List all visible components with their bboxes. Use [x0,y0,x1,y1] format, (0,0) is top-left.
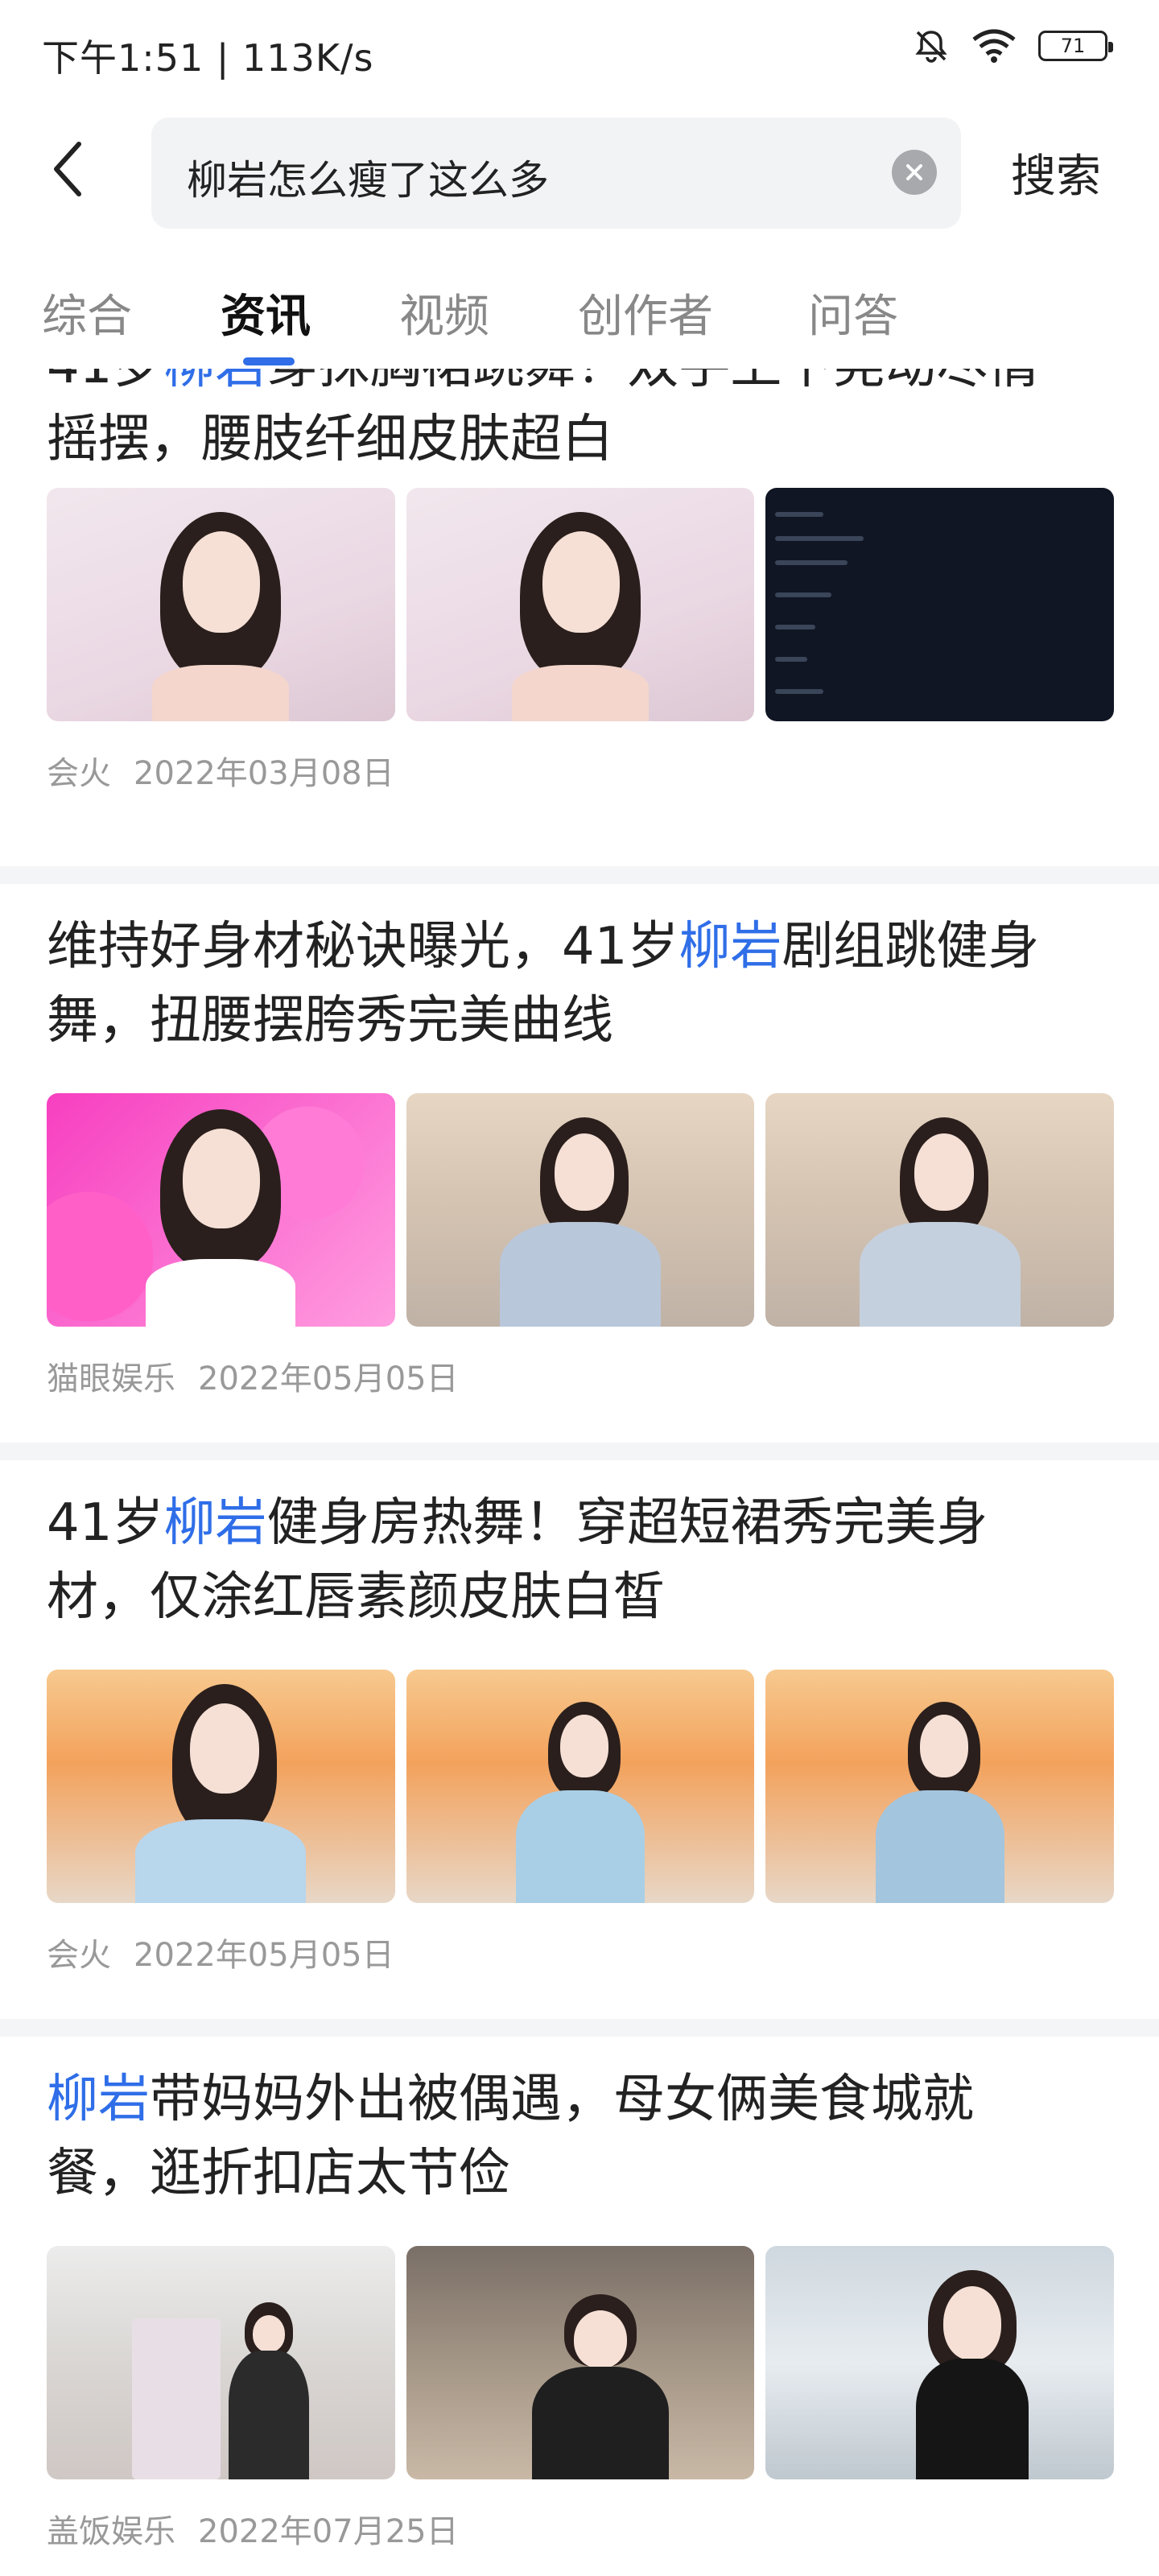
article-image[interactable] [406,1670,755,1903]
title-keyword: 柳岩 [678,917,782,976]
article-source: 盖饭娱乐 [47,2513,175,2550]
status-bar: 下午1:51 | 113K/s 71 [0,0,1159,105]
article-image[interactable] [406,2246,755,2479]
article-card[interactable]: 41岁柳岩健身房热舞！穿超短裙秀完美身 材，仅涂红唇素颜皮肤白皙 会火 2022… [0,1460,1159,1992]
article-source: 会火 [47,755,111,792]
tab-comprehensive[interactable]: 综合 [42,280,132,345]
title-text: 维持好身材秘诀曝光，41岁 [47,917,679,976]
title-text: 穿抹胸裙跳舞！双手上下晃动尽情 [266,369,1039,395]
search-query: 柳岩怎么瘦了这么多 [187,157,549,204]
article-meta: 猫眼娱乐 2022年05月05日 [47,1352,459,1399]
person-photo [484,1101,677,1327]
title-text: 41岁 [47,1493,164,1553]
article-thumbnails[interactable] [47,1093,1115,1327]
title-text: 餐，逛折扣店太节俭 [47,2144,510,2203]
category-tabs: 综合 资讯 视频 创作者 问答 [0,258,1159,370]
tab-news[interactable]: 资讯 [221,280,311,345]
article-image[interactable] [47,1670,395,1903]
title-text: 41岁 [47,369,163,395]
title-keyword: 柳岩 [47,2070,150,2129]
search-header: 柳岩怎么瘦了这么多 搜索 [0,105,1159,242]
title-text: 舞，扭腰摆胯秀完美曲线 [47,991,613,1051]
article-source: 会火 [47,1937,111,1974]
person-photo [488,504,673,721]
person-photo [484,2270,677,2479]
article-image[interactable] [765,1093,1115,1327]
search-results-page: 下午1:51 | 113K/s 71 柳岩怎么瘦了这么多 搜索 综合 资讯 视频… [0,0,1159,2576]
article-thumbnails[interactable] [47,1670,1115,1903]
article-meta: 会火 2022年05月05日 [47,1929,394,1975]
article-date: 2022年07月25日 [198,2513,459,2550]
battery-icon: 71 [1038,31,1113,61]
title-text: 带妈妈外出被偶遇，母女俩美食城就 [150,2070,974,2129]
article-card[interactable]: 41岁柳岩穿抹胸裙跳舞！双手上下晃动尽情 摇摆，腰肢纤细皮肤超白 [0,369,1159,803]
search-input[interactable]: 柳岩怎么瘦了这么多 [151,118,961,229]
divider [0,2019,1159,2037]
title-text: 健身房热舞！穿超短裙秀完美身 [266,1493,988,1553]
title-text: 剧组跳健身 [782,917,1040,976]
article-title[interactable]: 柳岩带妈妈外出被偶遇，母女俩美食城就 餐，逛折扣店太节俭 [47,2062,1117,2211]
title-text: 摇摆，腰肢纤细皮肤超白 [47,410,613,469]
article-image[interactable] [47,1093,395,1327]
article-image[interactable] [765,2246,1115,2479]
tab-creators[interactable]: 创作者 [578,280,713,345]
battery-level: 71 [1060,35,1086,57]
article-image[interactable] [406,1093,755,1327]
title-keyword: 柳岩 [163,369,266,395]
article-card[interactable]: 柳岩带妈妈外出被偶遇，母女俩美食城就 餐，逛折扣店太节俭 盖饭娱乐 2022年0… [0,2037,1159,2576]
article-meta: 盖饭娱乐 2022年07月25日 [47,2505,459,2552]
person-photo [843,1678,1037,1903]
chevron-left-icon [54,142,81,196]
person-photo [128,504,313,721]
article-thumbnails[interactable] [47,488,1115,721]
clear-search-button[interactable] [892,150,937,195]
article-image[interactable] [47,488,395,721]
article-title[interactable]: 维持好身材秘诀曝光，41岁柳岩剧组跳健身 舞，扭腰摆胯秀完美曲线 [47,910,1117,1058]
close-icon [906,164,922,180]
wifi-icon [972,29,1016,63]
search-button[interactable]: 搜索 [1011,140,1101,205]
article-date: 2022年05月05日 [198,1360,459,1397]
tab-qa[interactable]: 问答 [808,280,898,345]
title-keyword: 柳岩 [163,1493,267,1553]
article-date: 2022年05月05日 [134,1937,394,1974]
article-source: 猫眼娱乐 [47,1360,175,1397]
status-icons: 71 [913,27,1113,64]
article-image[interactable] [765,1670,1115,1903]
tab-video[interactable]: 视频 [399,280,489,345]
back-button[interactable] [43,137,92,201]
news-feed[interactable]: 41岁柳岩穿抹胸裙跳舞！双手上下晃动尽情 摇摆，腰肢纤细皮肤超白 [0,369,1159,2576]
article-image[interactable] [765,488,1115,721]
person-photo [843,1101,1037,1327]
article-date: 2022年03月08日 [134,755,394,792]
article-image[interactable] [47,2246,395,2479]
active-tab-indicator [243,357,295,365]
person-photo [484,1678,677,1903]
article-meta: 会火 2022年03月08日 [47,747,394,794]
divider [0,1443,1159,1460]
article-card[interactable]: 维持好身材秘诀曝光，41岁柳岩剧组跳健身 舞，扭腰摆胯秀完美曲线 猫眼娱乐 20… [0,884,1159,1415]
person-photo [128,1101,313,1327]
title-text: 材，仅涂红唇素颜皮肤白皙 [47,1567,665,1627]
person-photo [124,2270,317,2479]
person-photo [843,2254,1037,2479]
person-photo [124,1678,317,1903]
article-thumbnails[interactable] [47,2246,1115,2479]
article-title[interactable]: 41岁柳岩穿抹胸裙跳舞！双手上下晃动尽情 摇摆，腰肢纤细皮肤超白 [47,369,1117,477]
article-title[interactable]: 41岁柳岩健身房热舞！穿超短裙秀完美身 材，仅涂红唇素颜皮肤白皙 [47,1486,1117,1634]
divider [0,866,1159,884]
article-image[interactable] [406,488,755,721]
bell-muted-icon [915,31,947,63]
status-time-speed: 下午1:51 | 113K/s [42,36,374,80]
